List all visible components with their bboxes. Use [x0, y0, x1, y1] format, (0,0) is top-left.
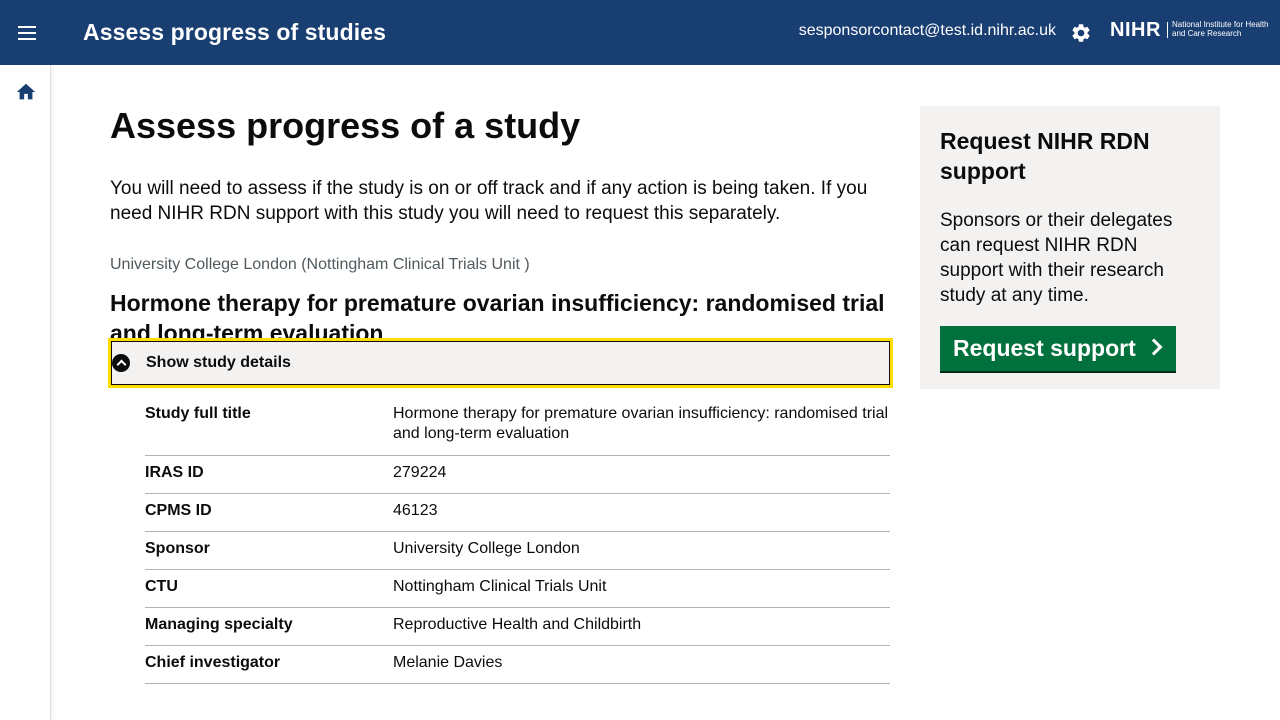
- details-key: Chief investigator: [145, 654, 281, 671]
- details-key: Sponsor: [145, 540, 210, 557]
- details-key: CPMS ID: [145, 502, 212, 519]
- app-header: Assess progress of studies sesponsorcont…: [0, 0, 1280, 65]
- details-key: IRAS ID: [145, 464, 204, 481]
- logo-mark: NIHR: [1110, 19, 1161, 41]
- details-value: Melanie Davies: [393, 654, 503, 671]
- lead-paragraph: You will need to assess if the study is …: [110, 178, 868, 224]
- details-toggle-label: Show study details: [146, 354, 291, 371]
- details-row: IRAS ID 279224: [145, 456, 890, 494]
- logo-divider: [1167, 22, 1168, 38]
- home-icon[interactable]: [15, 81, 37, 103]
- details-value: Hormone therapy for premature ovarian in…: [393, 405, 889, 442]
- app-title[interactable]: Assess progress of studies: [83, 19, 386, 46]
- logo-subtitle: National Institute for Health and Care R…: [1172, 20, 1269, 38]
- details-row: Sponsor University College London: [145, 532, 890, 570]
- details-value: 46123: [393, 502, 438, 519]
- details-row: Managing specialty Reproductive Health a…: [145, 608, 890, 646]
- details-key: Study full title: [145, 405, 251, 422]
- study-details-list: Study full title Hormone therapy for pre…: [145, 397, 890, 684]
- side-rail: [0, 65, 51, 720]
- details-key: CTU: [145, 578, 178, 595]
- gear-icon[interactable]: [1070, 22, 1092, 44]
- user-email: sesponsorcontact@test.id.nihr.ac.uk: [798, 22, 1056, 39]
- chevron-right-icon: [1145, 338, 1163, 356]
- details-value: Nottingham Clinical Trials Unit: [393, 578, 607, 595]
- request-support-panel: Request NIHR RDN support Sponsors or the…: [920, 106, 1220, 389]
- nihr-logo[interactable]: NIHR National Institute for Health and C…: [1110, 19, 1270, 45]
- page-title: Assess progress of a study: [110, 105, 581, 146]
- details-row: CPMS ID 46123: [145, 494, 890, 532]
- details-row: Study full title Hormone therapy for pre…: [145, 397, 890, 456]
- show-study-details-toggle[interactable]: Show study details: [108, 338, 893, 388]
- details-key: Managing specialty: [145, 616, 293, 633]
- menu-icon[interactable]: [14, 21, 40, 45]
- study-title: Hormone therapy for premature ovarian in…: [110, 290, 885, 346]
- request-support-button[interactable]: Request support: [940, 326, 1176, 371]
- panel-body: Sponsors or their delegates can request …: [940, 210, 1173, 306]
- main-content: Assess progress of a study You will need…: [110, 106, 890, 348]
- request-support-label: Request support: [953, 335, 1136, 361]
- details-value: 279224: [393, 464, 447, 481]
- panel-title: Request NIHR RDN support: [940, 128, 1150, 184]
- details-row: CTU Nottingham Clinical Trials Unit: [145, 570, 890, 608]
- details-value: Reproductive Health and Childbirth: [393, 616, 642, 633]
- organisation-caption: University College London (Nottingham Cl…: [110, 256, 530, 273]
- chevron-up-circle-icon: [112, 354, 130, 372]
- details-row: Chief investigator Melanie Davies: [145, 646, 890, 684]
- details-value: University College London: [393, 540, 580, 557]
